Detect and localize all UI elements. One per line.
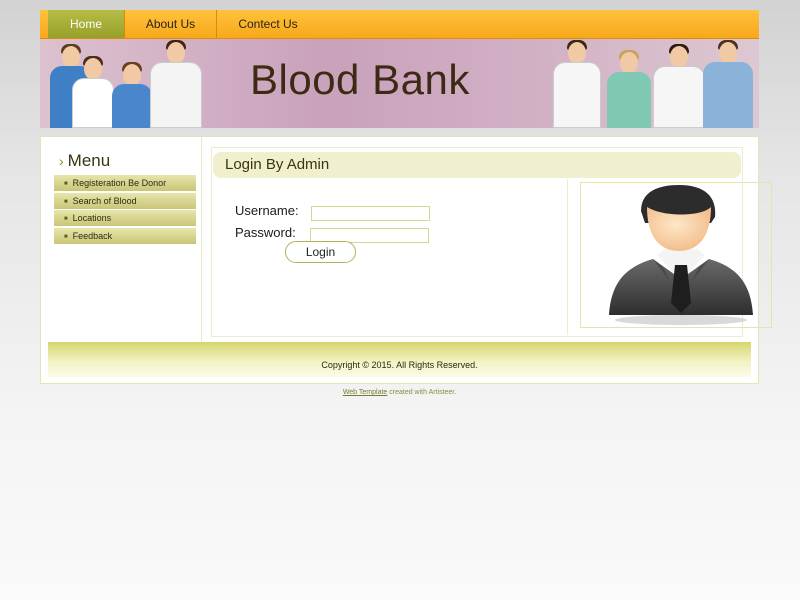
nav-home[interactable]: Home <box>48 10 124 38</box>
bullet-icon: ■ <box>64 216 68 222</box>
nav-contact-us[interactable]: Contect Us <box>217 10 319 38</box>
admin-user-avatar-icon <box>609 185 753 325</box>
bullet-icon: ■ <box>64 199 68 205</box>
menu-item-register-donor[interactable]: ■ Registeration Be Donor <box>54 175 196 191</box>
menu-title: › Menu <box>59 151 111 170</box>
bullet-icon: ■ <box>64 181 68 187</box>
username-input[interactable] <box>311 206 430 221</box>
header-banner: Blood Bank <box>40 39 759 128</box>
site-title: Blood Bank <box>250 56 470 103</box>
credit-line: Web Template created with Artisteer. <box>40 389 759 396</box>
menu-item-search-blood[interactable]: ■ Search of Blood <box>54 193 196 209</box>
content-panel: › Menu ■ Registeration Be Donor ■ Search of… <box>40 136 772 384</box>
login-button[interactable]: Login <box>285 241 356 263</box>
web-template-link[interactable]: Web Template <box>343 389 388 396</box>
nav-about-us[interactable]: About Us <box>125 10 216 38</box>
footer: Copyright © 2015. All Rights Reserved. <box>48 342 751 377</box>
top-nav: Home About Us Contect Us <box>40 10 759 39</box>
menu-item-locations[interactable]: ■ Locations <box>54 210 196 226</box>
chevron-right-icon: › <box>59 153 64 169</box>
sidebar: › Menu ■ Registeration Be Donor ■ Search of… <box>41 137 202 342</box>
menu-item-feedback[interactable]: ■ Feedback <box>54 228 196 244</box>
login-heading: Login By Admin <box>213 152 741 178</box>
copyright-text: Copyright © 2015. All Rights Reserved. <box>321 360 478 370</box>
credit-text: created with Artisteer. <box>389 389 457 396</box>
doctors-group-left-image <box>50 39 215 128</box>
doctors-group-right-image <box>553 39 759 128</box>
bullet-icon: ■ <box>64 234 68 240</box>
login-form: Username: Password: Login <box>212 179 568 335</box>
password-label: Password: <box>235 225 296 240</box>
username-label: Username: <box>235 203 299 218</box>
